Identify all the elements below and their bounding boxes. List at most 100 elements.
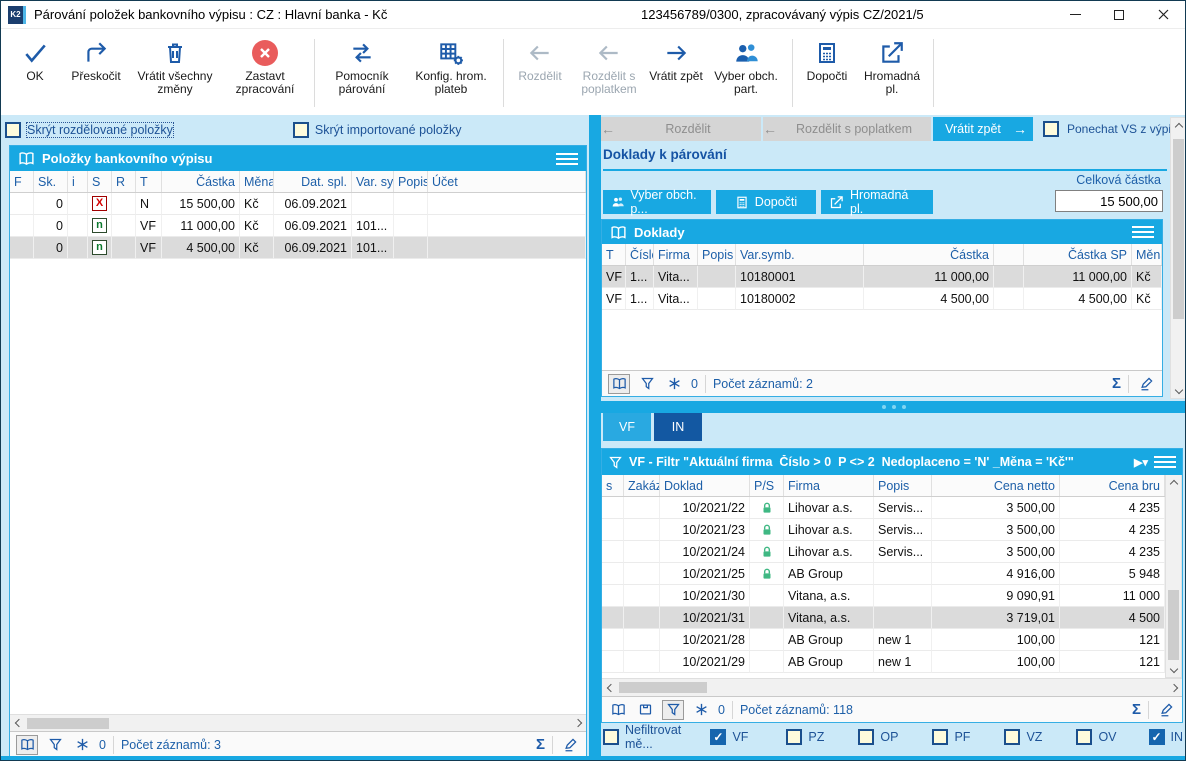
revert-all-button[interactable]: Vrátit všechny změny (129, 35, 221, 111)
col-header[interactable]: Cena bru (1060, 475, 1165, 496)
section-vertical-scrollbar[interactable] (1170, 117, 1186, 399)
col-header[interactable]: Částka SP (1024, 244, 1132, 265)
compute-small-button[interactable]: Dopočti (716, 190, 816, 214)
filter-op-checkbox[interactable] (858, 729, 874, 745)
bulk-payments-config-button[interactable]: Konfig. hrom. plateb (404, 35, 498, 111)
keep-vs-checkbox[interactable] (1043, 121, 1059, 137)
table-row[interactable]: 10/2021/24 Lihovar a.s.Servis... 3 500,0… (602, 541, 1165, 563)
sum-button[interactable]: Σ (536, 736, 545, 753)
bulk-payment-small-button[interactable]: Hromadná pl. (821, 190, 933, 214)
col-header[interactable] (994, 244, 1024, 265)
scrollbar-thumb[interactable] (619, 682, 707, 693)
edit-pencil-button[interactable] (1136, 374, 1156, 394)
undo-pair-button[interactable]: Vrátit zpět → (933, 117, 1033, 141)
col-header[interactable]: Doklad (660, 475, 750, 496)
table-row-selected[interactable]: 10/2021/31 Vitana, a.s. 3 719,014 500 (602, 607, 1165, 629)
snowflake-icon[interactable] (691, 700, 711, 720)
col-header[interactable]: Popis (394, 171, 428, 192)
table-row[interactable]: 10/2021/30 Vitana, a.s. 9 090,9111 000 (602, 585, 1165, 607)
col-header[interactable]: i (68, 171, 88, 192)
undo-button[interactable]: Vrátit zpět (647, 35, 705, 111)
skip-button[interactable]: Přeskočit (63, 35, 129, 111)
col-header[interactable]: Sk. (34, 171, 68, 192)
snowflake-icon[interactable] (664, 374, 684, 394)
filter-in-checkbox[interactable] (1149, 729, 1165, 745)
filter-bar[interactable]: VF - Filtr "Aktuální firma Číslo > 0 P <… (602, 449, 1182, 475)
scrollbar-thumb[interactable] (1168, 590, 1179, 660)
tab-in[interactable]: IN (654, 413, 702, 441)
table-row[interactable]: 10/2021/29 AB Groupnew 1 100,00121 (602, 651, 1165, 673)
filter-pz-checkbox[interactable] (786, 729, 802, 745)
hide-imported-items-checkbox[interactable] (293, 122, 309, 138)
col-header[interactable]: s (602, 475, 624, 496)
table-row[interactable]: 10/2021/25 AB Group 4 916,005 948 (602, 563, 1165, 585)
horizontal-splitter[interactable] (601, 401, 1186, 413)
filter-button-active[interactable] (662, 700, 684, 720)
table-row[interactable]: 10/2021/28 AB Groupnew 1 100,00121 (602, 629, 1165, 651)
tab-vf[interactable]: VF (603, 413, 651, 441)
stop-processing-button[interactable]: Zastavt zpracování (221, 35, 309, 111)
col-header[interactable]: Měna (1132, 244, 1162, 265)
scrollbar-thumb[interactable] (27, 718, 109, 729)
col-header[interactable]: Dat. spl. (274, 171, 352, 192)
col-header[interactable]: Var. syn (352, 171, 394, 192)
bulk-payment-button[interactable]: Hromadná pl. (856, 35, 928, 111)
col-header[interactable]: Částka (162, 171, 240, 192)
filter-icon[interactable] (637, 374, 657, 394)
filter-vf-checkbox[interactable] (710, 729, 726, 745)
col-header[interactable]: Číslo (626, 244, 654, 265)
snowflake-icon[interactable] (72, 735, 92, 755)
col-header[interactable]: T (136, 171, 162, 192)
no-currency-filter-checkbox[interactable] (603, 729, 619, 745)
table-row[interactable]: 0 X N 15 500,00Kč 06.09.2021 (10, 193, 586, 215)
col-header[interactable]: P/S (750, 475, 784, 496)
card-view-button[interactable] (635, 700, 655, 720)
table-row[interactable]: 10/2021/23 Lihovar a.s.Servis... 3 500,0… (602, 519, 1165, 541)
vertical-splitter[interactable] (589, 115, 601, 761)
grid-menu-icon[interactable] (1154, 456, 1176, 468)
col-header[interactable]: Zakázk: (624, 475, 660, 496)
sum-button[interactable]: Σ (1132, 701, 1141, 718)
play-filter-icon[interactable]: ▶▾ (1134, 456, 1148, 469)
grid-menu-icon[interactable] (1132, 226, 1154, 238)
table-row-selected[interactable]: 0 n VF 4 500,00Kč 06.09.2021101... (10, 237, 586, 259)
col-header[interactable]: F (10, 171, 34, 192)
book-view-button[interactable] (608, 374, 630, 394)
filter-ov-checkbox[interactable] (1076, 729, 1092, 745)
horizontal-scrollbar[interactable] (10, 714, 586, 731)
filter-icon[interactable] (45, 735, 65, 755)
table-row[interactable]: VF1... Vita... 101800024 500,00 4 500,00… (602, 288, 1162, 310)
pick-partner-button[interactable]: Vyber obch. part. (705, 35, 787, 111)
col-header[interactable]: Firma (654, 244, 698, 265)
col-header[interactable]: T (602, 244, 626, 265)
total-amount-input[interactable] (1055, 190, 1163, 212)
pairing-helper-button[interactable]: Pomocník párování (320, 35, 404, 111)
col-header[interactable]: S (88, 171, 112, 192)
table-row-selected[interactable]: VF1... Vita... 1018000111 000,00 11 000,… (602, 266, 1162, 288)
close-button[interactable] (1141, 1, 1185, 28)
col-header[interactable]: Popis (698, 244, 736, 265)
sum-button[interactable]: Σ (1112, 375, 1121, 392)
book-view-button[interactable] (608, 700, 628, 720)
maximize-button[interactable] (1097, 1, 1141, 28)
book-view-button[interactable] (16, 735, 38, 755)
horizontal-scrollbar[interactable] (602, 678, 1182, 696)
minimize-button[interactable] (1053, 1, 1097, 28)
col-header[interactable]: Var.symb. (736, 244, 864, 265)
ok-button[interactable]: OK (7, 35, 63, 111)
hide-split-items-checkbox[interactable] (5, 122, 21, 138)
col-header[interactable]: Popis (874, 475, 932, 496)
col-header[interactable]: Částka (864, 244, 994, 265)
edit-pencil-button[interactable] (1156, 700, 1176, 720)
col-header[interactable]: Firma (784, 475, 874, 496)
col-header[interactable]: R (112, 171, 136, 192)
grid-menu-icon[interactable] (556, 153, 578, 165)
invoices-vertical-scrollbar[interactable] (1165, 475, 1182, 678)
filter-vz-checkbox[interactable] (1004, 729, 1020, 745)
col-header[interactable]: Cena netto (932, 475, 1060, 496)
table-row[interactable]: 0 n VF 11 000,00Kč 06.09.2021101... (10, 215, 586, 237)
compute-button[interactable]: Dopočti (798, 35, 856, 111)
scrollbar-thumb[interactable] (1173, 139, 1184, 319)
filter-pf-checkbox[interactable] (932, 729, 948, 745)
col-header[interactable]: Měna (240, 171, 274, 192)
